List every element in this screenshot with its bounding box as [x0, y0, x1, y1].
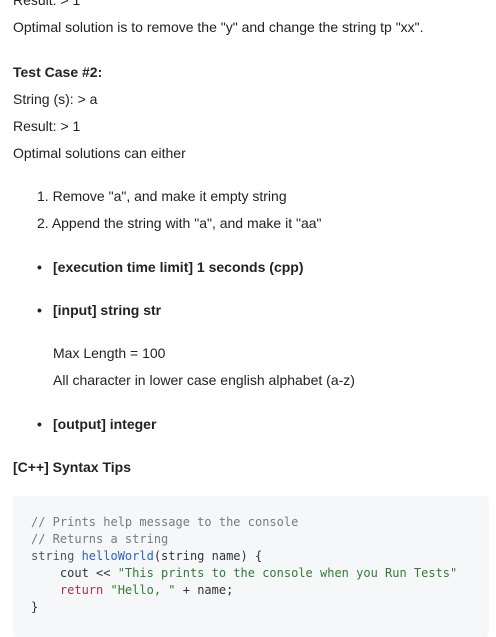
code-string: "Hello, " [110, 583, 176, 597]
code-string: "This prints to the console when you Run… [117, 566, 458, 580]
code-return-keyword: return [31, 583, 111, 597]
result-line-clipped: Result: > 1 [13, 0, 81, 8]
bullet-output: • [output] integer [37, 415, 156, 433]
list-item: 2. Append the string with "a", and make … [37, 214, 322, 232]
list-item: 1. Remove "a", and make it empty string [37, 187, 287, 205]
list-item-text: Append the string with "a", and make it … [51, 215, 322, 231]
result-line: Result: > 1 [13, 118, 81, 134]
code-cout: cout << [31, 566, 118, 580]
list-item-number: 2. [37, 215, 49, 231]
list-item-number: 1. [37, 188, 49, 204]
optimal-solutions-text: Optimal solutions can either [13, 145, 186, 161]
bullet-time-limit: • [execution time limit] 1 seconds (cpp) [37, 258, 304, 276]
code-closing-brace: } [31, 600, 39, 614]
code-block: // Prints help message to the console //… [13, 496, 489, 637]
list-item-text: Remove "a", and make it empty string [52, 188, 287, 204]
time-limit-text: [execution time limit] 1 seconds (cpp) [53, 259, 304, 275]
code-content: // Prints help message to the console //… [31, 514, 457, 616]
input-detail-alphabet: All character in lower case english alph… [53, 372, 355, 388]
bullet-dot-icon: • [37, 416, 42, 432]
bullet-dot-icon: • [37, 302, 42, 318]
code-type: string [31, 549, 82, 563]
bullet-dot-icon: • [37, 259, 42, 275]
optimal-solution-text: Optimal solution is to remove the "y" an… [13, 19, 424, 35]
code-function-name: helloWorld [81, 549, 154, 563]
input-detail-max-length: Max Length = 100 [53, 345, 166, 361]
string-line: String (s): > a [13, 91, 98, 107]
input-text: [input] string str [53, 302, 162, 318]
code-signature: (string name) { [153, 549, 263, 563]
bullet-input: • [input] string str [37, 301, 161, 319]
code-expression: + name; [175, 583, 234, 597]
code-comment: // Prints help message to the console [31, 515, 299, 529]
code-comment: // Returns a string [31, 532, 169, 546]
output-text: [output] integer [53, 416, 157, 432]
test-case-heading: Test Case #2: [13, 64, 103, 80]
syntax-tips-heading: [C++] Syntax Tips [13, 459, 132, 475]
